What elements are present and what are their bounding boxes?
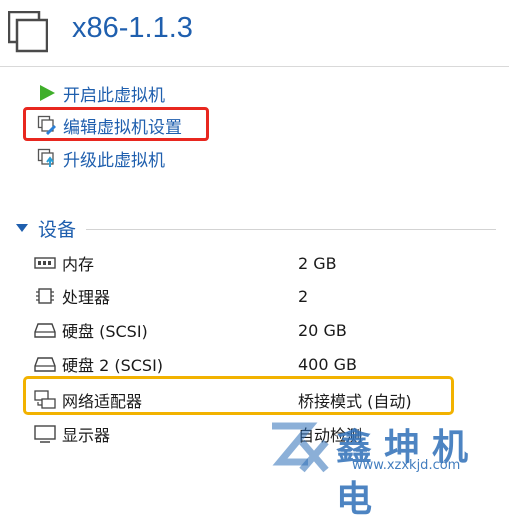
- device-row-hard-disk-2[interactable]: 硬盘 2 (SCSI) 400 GB: [34, 350, 474, 378]
- cpu-icon: [36, 288, 54, 304]
- upgrade-icon: [37, 148, 54, 167]
- device-value: 20 GB: [298, 320, 347, 340]
- section-divider: [86, 228, 496, 230]
- device-name: 硬盘 2 (SCSI): [62, 356, 164, 375]
- device-value: 2 GB: [298, 253, 337, 273]
- devices-section-header[interactable]: 设备: [16, 215, 496, 241]
- vm-header: x86-1.1.3: [0, 0, 509, 67]
- play-icon: [40, 85, 55, 101]
- device-row-memory[interactable]: 内存 2 GB: [34, 249, 474, 277]
- device-row-processor[interactable]: 处理器 2: [34, 282, 474, 310]
- devices-section-label: 设备: [38, 218, 77, 241]
- memory-icon: [34, 257, 56, 269]
- vm-title: x86-1.1.3: [72, 12, 193, 44]
- device-row-hard-disk[interactable]: 硬盘 (SCSI) 20 GB: [34, 316, 474, 344]
- watermark-logo-icon: [272, 422, 329, 473]
- watermark-url: www.xzxkjd.com: [352, 458, 461, 473]
- disk-icon: [34, 323, 56, 338]
- device-name: 显示器: [62, 426, 111, 445]
- device-value: 2: [298, 286, 309, 306]
- vm-icon: [8, 11, 48, 53]
- watermark: 鑫坤机电 www.xzxkjd.com: [268, 418, 509, 520]
- device-name: 硬盘 (SCSI): [62, 322, 148, 341]
- device-name: 内存: [62, 255, 95, 274]
- edit-settings-highlight: [23, 107, 209, 141]
- upgrade-vm-action[interactable]: 升级此虚拟机: [37, 146, 165, 171]
- monitor-icon: [34, 425, 56, 443]
- device-name: 处理器: [62, 288, 111, 307]
- device-value: 400 GB: [298, 354, 357, 374]
- power-on-vm-action[interactable]: 开启此虚拟机: [37, 81, 165, 106]
- network-adapter-highlight: [23, 376, 454, 415]
- upgrade-vm-label: 升级此虚拟机: [63, 150, 165, 171]
- collapse-triangle-icon[interactable]: [16, 224, 28, 232]
- power-on-vm-label: 开启此虚拟机: [63, 85, 165, 106]
- disk-icon: [34, 357, 56, 372]
